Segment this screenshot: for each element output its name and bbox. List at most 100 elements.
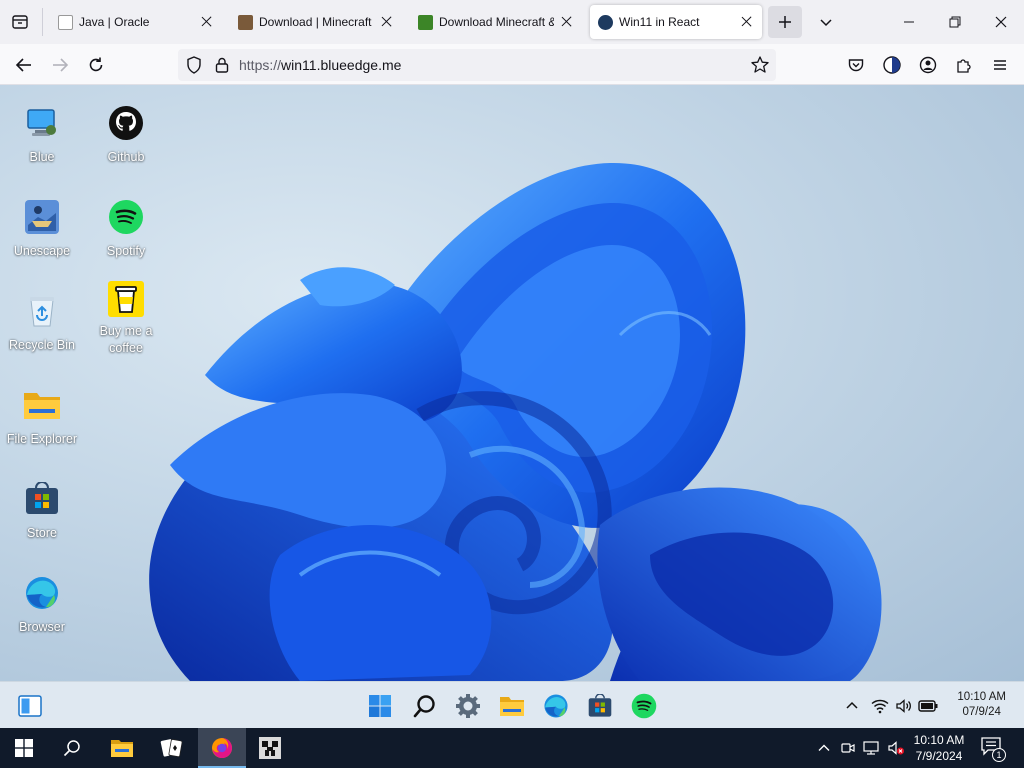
close-window-button[interactable] — [987, 8, 1015, 36]
close-icon — [995, 16, 1007, 28]
edge-icon — [544, 694, 568, 718]
close-tab-icon[interactable] — [380, 15, 394, 29]
battery-icon — [918, 700, 938, 712]
widgets-icon — [18, 695, 42, 717]
spotify-button[interactable] — [630, 692, 658, 720]
close-tab-icon[interactable] — [740, 15, 754, 29]
tab-win11-in-react[interactable]: Win11 in React — [590, 5, 762, 39]
win11-clock[interactable]: 10:10 AM 07/9/24 — [957, 690, 1006, 720]
edge-icon — [22, 573, 62, 613]
minimize-button[interactable] — [895, 8, 923, 36]
minecraft-creeper-favicon-icon — [418, 14, 433, 30]
host-date: 7/9/2024 — [915, 749, 963, 763]
url-text[interactable]: https://win11.blueedge.me — [239, 57, 401, 73]
browser-tab-strip: Java | Oracle Download | Minecraft Ja Do… — [0, 0, 1024, 44]
tab-label: Win11 in React — [619, 15, 700, 29]
desktop-icon-github[interactable]: Github — [84, 103, 168, 166]
tab-separator — [42, 8, 43, 36]
host-solitaire-button[interactable] — [148, 728, 196, 768]
lock-icon[interactable] — [212, 55, 232, 75]
speaker-muted-icon — [888, 741, 904, 755]
show-hidden-icons-button[interactable] — [838, 692, 866, 720]
settings-icon — [456, 694, 480, 718]
chevron-up-icon — [818, 744, 830, 751]
back-button[interactable] — [10, 51, 38, 79]
file-explorer-button[interactable] — [498, 692, 526, 720]
url-host: win11.blueedge.me — [281, 57, 402, 73]
edge-button[interactable] — [542, 692, 570, 720]
firefox-view-icon — [12, 15, 28, 29]
firefox-icon — [212, 738, 232, 758]
speaker-icon — [896, 699, 911, 713]
store-button[interactable] — [586, 692, 614, 720]
host-file-explorer-button[interactable] — [98, 728, 146, 768]
puzzle-icon — [957, 59, 971, 73]
host-start-button[interactable] — [0, 728, 48, 768]
desktop-icon-unescape[interactable]: Unescape — [0, 197, 84, 260]
desktop-icon-blue[interactable]: Blue — [0, 103, 84, 166]
search-button[interactable] — [411, 692, 439, 720]
win11-desktop[interactable]: Blue Unescape Recycle Bin File Explorer … — [0, 85, 1024, 681]
account-button[interactable] — [914, 51, 942, 79]
windows-start-icon — [15, 739, 33, 757]
desktop-icon-label: Github — [107, 150, 145, 164]
new-tab-button[interactable] — [768, 6, 802, 38]
win11-favicon-icon — [598, 14, 613, 30]
minecraft-favicon-icon — [238, 14, 253, 30]
desktop-icon-recycle-bin[interactable]: Recycle Bin — [0, 291, 84, 354]
computer-icon — [22, 103, 62, 143]
host-action-center-button[interactable]: 1 — [980, 736, 1006, 762]
maximize-button[interactable] — [941, 8, 969, 36]
arrow-left-icon — [15, 58, 31, 72]
chevron-up-icon — [846, 701, 858, 709]
host-search-button[interactable] — [48, 728, 96, 768]
list-all-tabs-button[interactable] — [814, 10, 838, 34]
desktop-icon-store[interactable]: Store — [0, 479, 84, 542]
application-menu-button[interactable] — [986, 51, 1014, 79]
firefox-view-button[interactable] — [8, 10, 32, 34]
url-bar[interactable]: https://win11.blueedge.me — [178, 49, 776, 81]
forward-button[interactable] — [46, 51, 74, 79]
bloom-wallpaper — [149, 162, 882, 681]
bookmark-star-icon[interactable] — [750, 55, 770, 75]
host-meet-now-button[interactable] — [838, 738, 858, 758]
host-clock[interactable]: 10:10 AM 7/9/2024 — [904, 732, 974, 764]
desktop-icon-buy-me-a-coffee[interactable]: Buy me a coffee — [84, 281, 168, 357]
settings-button[interactable] — [454, 692, 482, 720]
solitaire-cards-icon — [160, 739, 183, 758]
desktop-icon-spotify[interactable]: Spotify — [84, 197, 168, 260]
host-hidden-icons-button[interactable] — [814, 738, 834, 758]
host-minecraft-button[interactable] — [246, 728, 294, 768]
dark-reader-extension-button[interactable] — [878, 51, 906, 79]
file-explorer-icon — [111, 740, 133, 757]
extensions-button[interactable] — [950, 51, 978, 79]
battery-button[interactable] — [914, 692, 942, 720]
notification-count-badge: 1 — [992, 748, 1006, 762]
tracking-protection-shield-icon[interactable] — [184, 55, 204, 75]
widgets-button[interactable] — [16, 692, 44, 720]
tab-download-minecraft-mods[interactable]: Download Minecraft & M — [410, 5, 582, 39]
desktop-icon-label: Buy me a coffee — [99, 324, 153, 355]
tab-download-minecraft[interactable]: Download | Minecraft Ja — [230, 5, 402, 39]
desktop-icon-label: Unescape — [13, 244, 71, 258]
wifi-icon — [871, 699, 889, 714]
tab-label: Download Minecraft & M — [439, 15, 554, 29]
close-tab-icon[interactable] — [200, 15, 214, 29]
close-tab-icon[interactable] — [560, 15, 574, 29]
search-icon — [413, 695, 435, 718]
tab-java-oracle[interactable]: Java | Oracle — [50, 5, 222, 39]
reload-icon — [89, 57, 103, 72]
host-volume-button[interactable] — [886, 738, 906, 758]
desktop-icon-file-explorer[interactable]: File Explorer — [0, 385, 84, 448]
reload-button[interactable] — [82, 51, 110, 79]
camera-icon — [841, 743, 855, 753]
pocket-button[interactable] — [842, 51, 870, 79]
host-windows-taskbar: 10:10 AM 7/9/2024 1 — [0, 728, 1024, 768]
coffee-icon — [108, 281, 144, 317]
start-button[interactable] — [366, 692, 394, 720]
store-icon — [22, 479, 62, 519]
host-network-button[interactable] — [862, 738, 882, 758]
host-firefox-button[interactable] — [198, 728, 246, 768]
desktop-icon-browser[interactable]: Browser — [0, 573, 84, 636]
folder-icon — [22, 385, 62, 425]
